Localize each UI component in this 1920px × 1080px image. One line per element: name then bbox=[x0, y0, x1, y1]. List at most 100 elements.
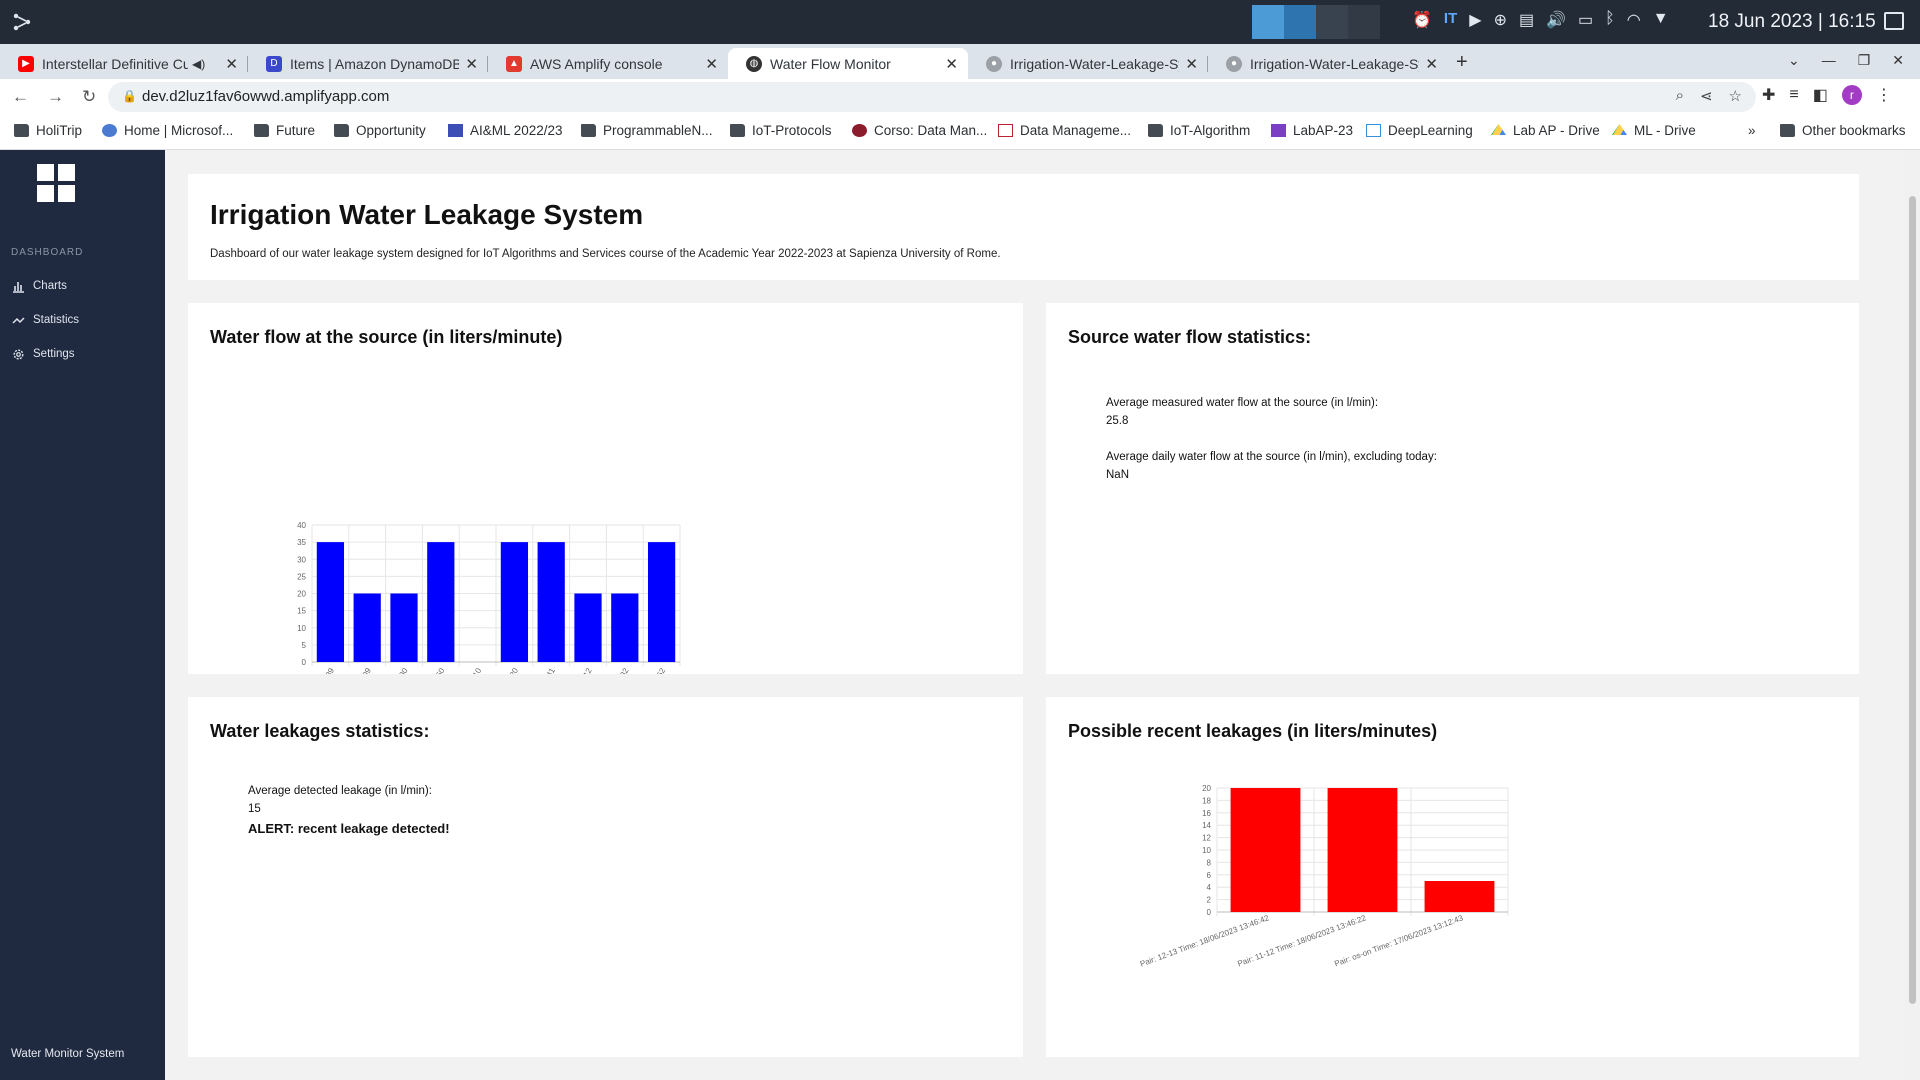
bookmark-item[interactable]: HoliTrip bbox=[14, 123, 82, 138]
minimize-icon[interactable]: — bbox=[1822, 52, 1836, 69]
bar[interactable] bbox=[316, 542, 345, 662]
workspace-3[interactable] bbox=[1316, 5, 1348, 39]
bar-chart-icon bbox=[11, 279, 25, 293]
bookmark-item[interactable]: IoT-Algorithm bbox=[1148, 123, 1250, 138]
dashboard-content: Irrigation Water Leakage System Dashboar… bbox=[165, 150, 1905, 1080]
gear-icon bbox=[11, 347, 25, 361]
close-tab-icon[interactable]: ✕ bbox=[939, 55, 958, 73]
workspace-switcher[interactable] bbox=[1252, 5, 1380, 39]
browser-tab[interactable]: ▶ Interstellar Definitive Cut ◀) ✕ bbox=[0, 48, 248, 79]
bookmark-item[interactable]: Corso: Data Man... bbox=[852, 123, 987, 138]
close-window-icon[interactable]: ✕ bbox=[1892, 52, 1904, 69]
wifi-icon[interactable]: ◠ bbox=[1627, 10, 1641, 30]
bar[interactable] bbox=[537, 542, 565, 662]
bookmark-item[interactable]: ML - Drive bbox=[1612, 123, 1696, 138]
bluetooth-icon[interactable]: ᛒ bbox=[1605, 10, 1615, 30]
close-tab-icon[interactable]: ✕ bbox=[1419, 55, 1438, 73]
bookmark-star-icon[interactable]: ☆ bbox=[1729, 87, 1742, 105]
recent-leakages-chart-card: Possible recent leakages (in liters/minu… bbox=[1046, 697, 1859, 1057]
profile-avatar[interactable]: r bbox=[1841, 85, 1862, 105]
battery-icon[interactable]: ▭ bbox=[1578, 10, 1593, 30]
tab-search-icon[interactable]: ⌄ bbox=[1788, 52, 1800, 69]
bookmark-item[interactable]: Home | Microsof... bbox=[102, 123, 233, 138]
bookmark-item[interactable]: IoT-Protocols bbox=[730, 123, 832, 138]
back-icon[interactable]: ← bbox=[12, 87, 29, 107]
navigation-buttons: ← → ↻ bbox=[12, 87, 96, 107]
amplify-icon: ▲ bbox=[506, 55, 522, 72]
bar[interactable] bbox=[390, 593, 418, 663]
alarm-icon[interactable]: ⏰ bbox=[1412, 10, 1432, 30]
sidebar-item-statistics[interactable]: Statistics bbox=[11, 313, 79, 327]
bookmarks-bar: HoliTrip Home | Microsof... Future Opportun… bbox=[0, 115, 1920, 150]
workspace-4[interactable] bbox=[1348, 5, 1380, 39]
browser-tab-strip: ▶ Interstellar Definitive Cut ◀) ✕ D Ite… bbox=[0, 44, 1920, 79]
media-play-icon[interactable]: ▶ bbox=[1469, 10, 1481, 30]
updates-icon[interactable]: ⊕ bbox=[1494, 10, 1507, 30]
close-tab-icon[interactable]: ✕ bbox=[699, 55, 718, 73]
show-desktop-icon[interactable] bbox=[1884, 12, 1904, 30]
address-bar[interactable]: 🔒 dev.d2luz1fav6owwd.amplifyapp.com ⌕ ⋖ … bbox=[108, 82, 1756, 112]
sidebar-item-settings[interactable]: Settings bbox=[11, 347, 75, 361]
browser-tab[interactable]: ▲ AWS Amplify console ✕ bbox=[488, 48, 728, 79]
extensions-icon[interactable]: ✚ bbox=[1762, 85, 1775, 105]
bookmark-item[interactable]: Lab AP - Drive bbox=[1491, 123, 1600, 138]
url-text[interactable]: dev.d2luz1fav6owwd.amplifyapp.com bbox=[142, 88, 389, 105]
other-bookmarks-folder[interactable]: Other bookmarks bbox=[1780, 123, 1906, 138]
browser-menu-icon[interactable]: ⋮ bbox=[1876, 85, 1892, 105]
close-tab-icon[interactable]: ✕ bbox=[459, 55, 478, 73]
bar[interactable] bbox=[611, 593, 639, 663]
reload-icon[interactable]: ↻ bbox=[82, 87, 96, 107]
bar[interactable] bbox=[574, 593, 602, 663]
share-icon[interactable]: ⋖ bbox=[1700, 87, 1713, 105]
bookmark-item[interactable]: ProgrammableN... bbox=[581, 123, 713, 138]
lock-icon[interactable]: 🔒 bbox=[122, 89, 137, 103]
y-tick-label: 6 bbox=[1207, 871, 1212, 880]
scrollbar-thumb[interactable] bbox=[1909, 196, 1916, 1004]
bookmark-item[interactable]: Future bbox=[254, 123, 315, 138]
browser-tab[interactable]: D Items | Amazon DynamoDB M ✕ bbox=[248, 48, 488, 79]
bar[interactable] bbox=[1230, 788, 1301, 912]
tray-expand-icon[interactable]: ▼ bbox=[1653, 10, 1669, 30]
browser-tab[interactable]: ● Irrigation-Water-Leakage-Sys ✕ bbox=[968, 48, 1208, 79]
clipboard-icon[interactable]: ▤ bbox=[1519, 10, 1534, 30]
app-logo-icon[interactable] bbox=[37, 164, 75, 202]
bar[interactable] bbox=[353, 593, 381, 663]
more-bookmarks-button[interactable]: » bbox=[1748, 123, 1756, 138]
restore-icon[interactable]: ❐ bbox=[1858, 52, 1871, 69]
bar[interactable] bbox=[427, 542, 455, 662]
y-tick-label: 2 bbox=[1207, 896, 1212, 905]
media-queue-icon[interactable]: ≡ bbox=[1789, 86, 1798, 104]
bar[interactable] bbox=[1424, 881, 1495, 912]
omnibox-actions: ⌕ ⋖ ☆ bbox=[1676, 87, 1742, 105]
workspace-2[interactable] bbox=[1284, 5, 1316, 39]
keyboard-layout-indicator[interactable]: IT bbox=[1444, 10, 1457, 30]
bar[interactable] bbox=[1327, 788, 1398, 912]
side-panel-icon[interactable]: ◧ bbox=[1813, 85, 1828, 105]
bar[interactable] bbox=[500, 542, 529, 662]
zoom-icon[interactable]: ⌕ bbox=[1676, 87, 1684, 105]
y-tick-label: 40 bbox=[297, 521, 306, 530]
close-tab-icon[interactable]: ✕ bbox=[1179, 55, 1198, 73]
sidebar-item-label: Charts bbox=[33, 280, 67, 292]
system-clock[interactable]: 18 Jun 2023 | 16:15 bbox=[1708, 11, 1876, 33]
forward-icon[interactable]: → bbox=[47, 87, 64, 107]
browser-tab-active[interactable]: ◍ Water Flow Monitor ✕ bbox=[728, 48, 968, 79]
bar[interactable] bbox=[647, 542, 676, 662]
new-tab-button[interactable]: + bbox=[1456, 51, 1468, 74]
page-scrollbar[interactable] bbox=[1905, 150, 1920, 1080]
bookmark-item[interactable]: LabAP-23 bbox=[1271, 123, 1353, 138]
sidebar-item-charts[interactable]: Charts bbox=[11, 279, 67, 293]
browser-tab[interactable]: ● Irrigation-Water-Leakage-Sys ✕ bbox=[1208, 48, 1448, 79]
launcher-icon[interactable] bbox=[10, 10, 34, 34]
bookmark-item[interactable]: AI&ML 2022/23 bbox=[448, 123, 563, 138]
bookmark-item[interactable]: Opportunity bbox=[334, 123, 426, 138]
workspace-1[interactable] bbox=[1252, 5, 1284, 39]
y-tick-label: 25 bbox=[297, 572, 306, 581]
bookmark-item[interactable]: DeepLearning bbox=[1366, 123, 1473, 138]
y-tick-label: 15 bbox=[297, 607, 306, 616]
volume-icon[interactable]: 🔊 bbox=[1546, 10, 1566, 30]
close-tab-icon[interactable]: ✕ bbox=[219, 55, 238, 73]
audio-playing-icon[interactable]: ◀) bbox=[192, 57, 205, 71]
bookmark-item[interactable]: Data Manageme... bbox=[998, 123, 1131, 138]
leakage-alert: ALERT: recent leakage detected! bbox=[248, 821, 450, 836]
